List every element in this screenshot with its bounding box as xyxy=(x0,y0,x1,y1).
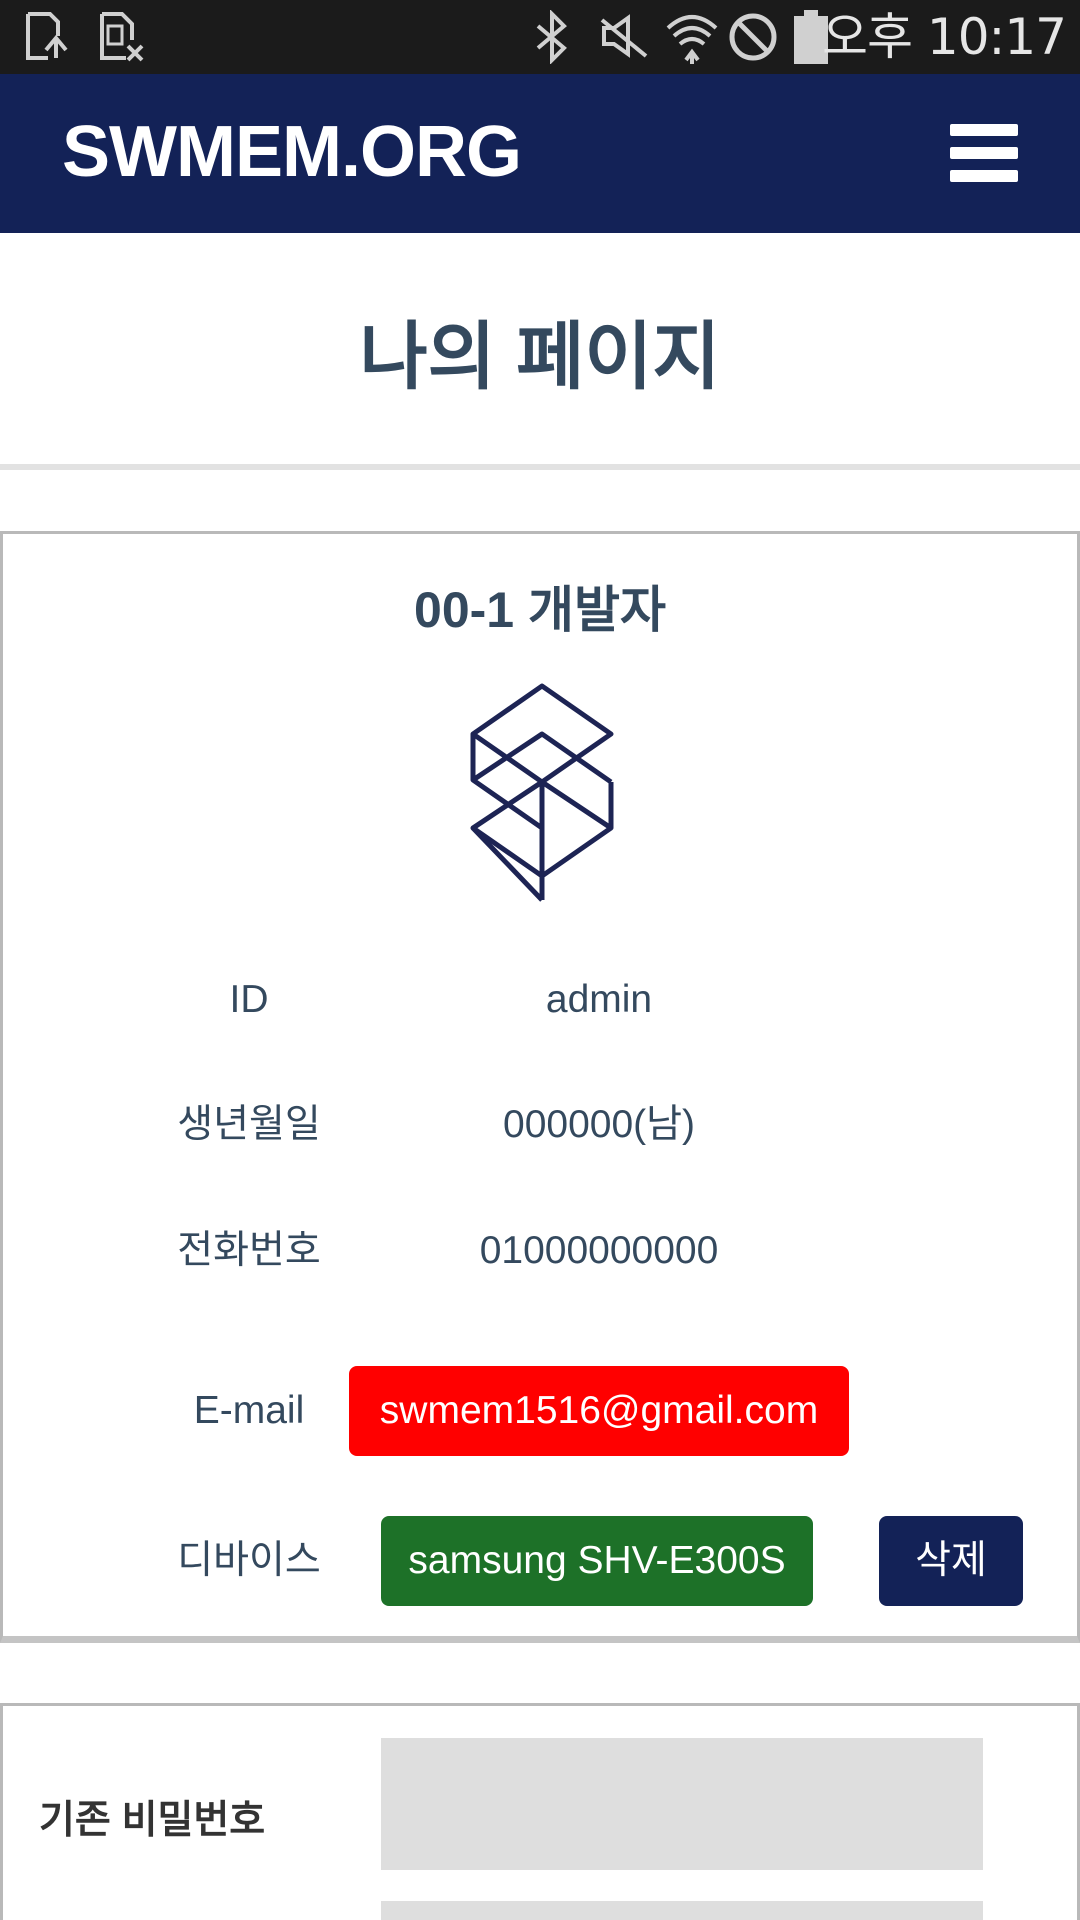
top-navbar: SWMEM.ORG xyxy=(0,74,1080,233)
title-divider xyxy=(0,464,1080,470)
brand-logo-text[interactable]: SWMEM.ORG xyxy=(62,110,522,194)
status-bar: 오후 10:17 xyxy=(0,0,1080,74)
profile-card: 00-1 개발자 ID admin 생년월일 000000(남) 전화번호 01… xyxy=(0,531,1080,1643)
current-password-label: 기존 비밀번호 xyxy=(39,1799,266,1842)
password-card: 기존 비밀번호 xyxy=(0,1703,1080,1920)
cube-stack-logo-icon xyxy=(470,683,614,902)
page-title: 나의 페이지 xyxy=(359,315,721,398)
row-label-device: 디바이스 xyxy=(177,1539,321,1582)
current-password-input[interactable] xyxy=(381,1738,983,1870)
bluetooth-icon xyxy=(536,10,567,64)
sim-card-off-icon xyxy=(100,12,144,62)
delete-device-button[interactable]: 삭제 xyxy=(879,1516,1023,1606)
email-badge[interactable]: swmem1516@gmail.com xyxy=(349,1366,849,1456)
new-password-input[interactable] xyxy=(381,1901,983,1920)
wifi-icon xyxy=(666,15,718,64)
row-label-birthdate: 생년월일 xyxy=(177,1103,321,1146)
device-badge[interactable]: samsung SHV-E300S xyxy=(381,1516,813,1606)
row-label-phone: 전화번호 xyxy=(177,1229,321,1272)
profile-name: 00-1 개발자 xyxy=(414,582,666,638)
row-label-id: ID xyxy=(229,978,269,1021)
do-not-disturb-icon xyxy=(729,13,777,61)
row-value-id: admin xyxy=(545,978,653,1021)
row-value-birthdate: 000000(남) xyxy=(503,1103,695,1146)
row-value-phone: 01000000000 xyxy=(479,1229,719,1272)
status-time: 오후 10:17 xyxy=(822,8,1067,66)
hamburger-menu-icon[interactable] xyxy=(950,124,1018,182)
screen-rotate-icon xyxy=(26,12,68,60)
mute-icon xyxy=(600,14,648,58)
